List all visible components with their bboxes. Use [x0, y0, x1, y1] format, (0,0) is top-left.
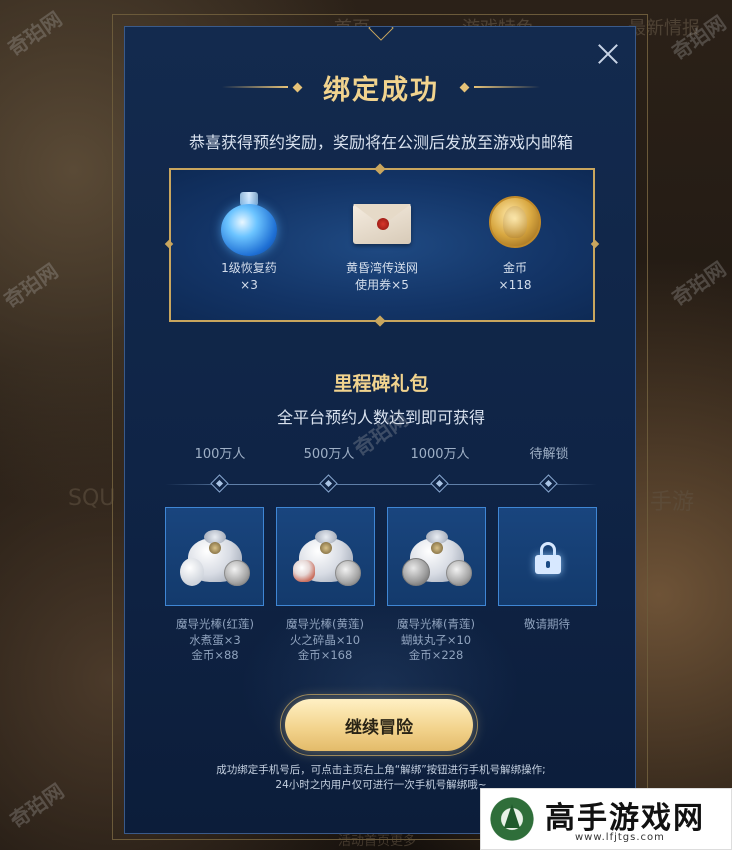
dialog-subtitle: 恭喜获得预约奖励，奖励将在公测后发放至游戏内邮箱 — [188, 133, 573, 152]
continue-adventure-button[interactable]: 继续冒险 — [285, 699, 473, 751]
brand-logo-icon — [487, 794, 537, 844]
reward-item: 金币 ×118 — [445, 190, 585, 294]
milestone-label: 1000万人 — [410, 447, 470, 462]
milestone-node — [539, 474, 558, 493]
background-side-text: 手游 — [650, 490, 695, 515]
milestone-title: 里程碑礼包 — [333, 373, 429, 395]
milestone-node — [430, 474, 449, 493]
milestone-node — [210, 474, 229, 493]
panel-ornament — [164, 239, 174, 249]
gift-bag-icon — [180, 530, 250, 586]
reward-panel: 1级恢复药 ×3 黄昏湾传送网 使用券×5 金币 ×118 — [164, 163, 600, 327]
gold-coin-icon — [483, 190, 547, 254]
panel-ornament — [374, 163, 386, 175]
background-side-text: SQU — [68, 486, 116, 511]
milestone-reward-text: 魔导光棒(黄莲) 火之碎晶×10 金币×168 — [286, 617, 364, 662]
title-ornament-right — [455, 82, 540, 92]
reward-qty: ×3 — [240, 278, 258, 292]
milestone-track — [165, 484, 597, 485]
brand-name: 高手游戏网 — [545, 801, 705, 836]
reward-name: 黄昏湾传送网 — [345, 261, 418, 275]
milestone-reward-text: 敬请期待 — [524, 617, 570, 631]
lock-icon — [535, 542, 561, 574]
milestone-reward-text: 魔导光棒(青莲) 蝴蚨丸子×10 金币×228 — [397, 617, 475, 662]
site-brand-banner[interactable]: 高手游戏网 www.lfjtgs.com — [480, 788, 732, 850]
continue-button-wrap: 继续冒险 — [280, 694, 478, 756]
title-ornament-left — [222, 82, 307, 92]
potion-icon — [217, 190, 281, 256]
reward-qty: ×118 — [498, 278, 532, 292]
reward-name: 金币 — [502, 261, 527, 275]
milestone-reward-card[interactable] — [387, 507, 486, 606]
title-row: 绑定成功 — [125, 67, 635, 107]
milestone-reward-card[interactable] — [276, 507, 375, 606]
panel-ornament — [590, 239, 600, 249]
milestone-reward-text: 魔导光棒(红莲) 水煮蛋×3 金币×88 — [176, 617, 254, 662]
panel-ornament — [374, 315, 386, 327]
dialog-title: 绑定成功 — [323, 74, 439, 106]
envelope-icon — [350, 190, 414, 254]
milestone-label: 待解锁 — [529, 447, 569, 462]
reward-name: 1级恢复药 — [221, 261, 277, 275]
brand-url: www.lfjtgs.com — [575, 832, 665, 843]
milestone-node — [319, 474, 338, 493]
close-icon[interactable] — [595, 41, 621, 67]
reward-item: 黄昏湾传送网 使用券×5 — [312, 190, 452, 294]
gift-bag-icon — [402, 530, 472, 586]
milestone-reward-card[interactable] — [165, 507, 264, 606]
reward-item: 1级恢复药 ×3 — [179, 190, 319, 294]
milestone-reward-card-locked[interactable] — [498, 507, 597, 606]
gift-bag-icon — [293, 530, 361, 586]
reward-qty: 使用券×5 — [355, 278, 409, 292]
dialog-top-ornament — [368, 27, 394, 41]
milestone-label: 100万人 — [194, 447, 246, 462]
